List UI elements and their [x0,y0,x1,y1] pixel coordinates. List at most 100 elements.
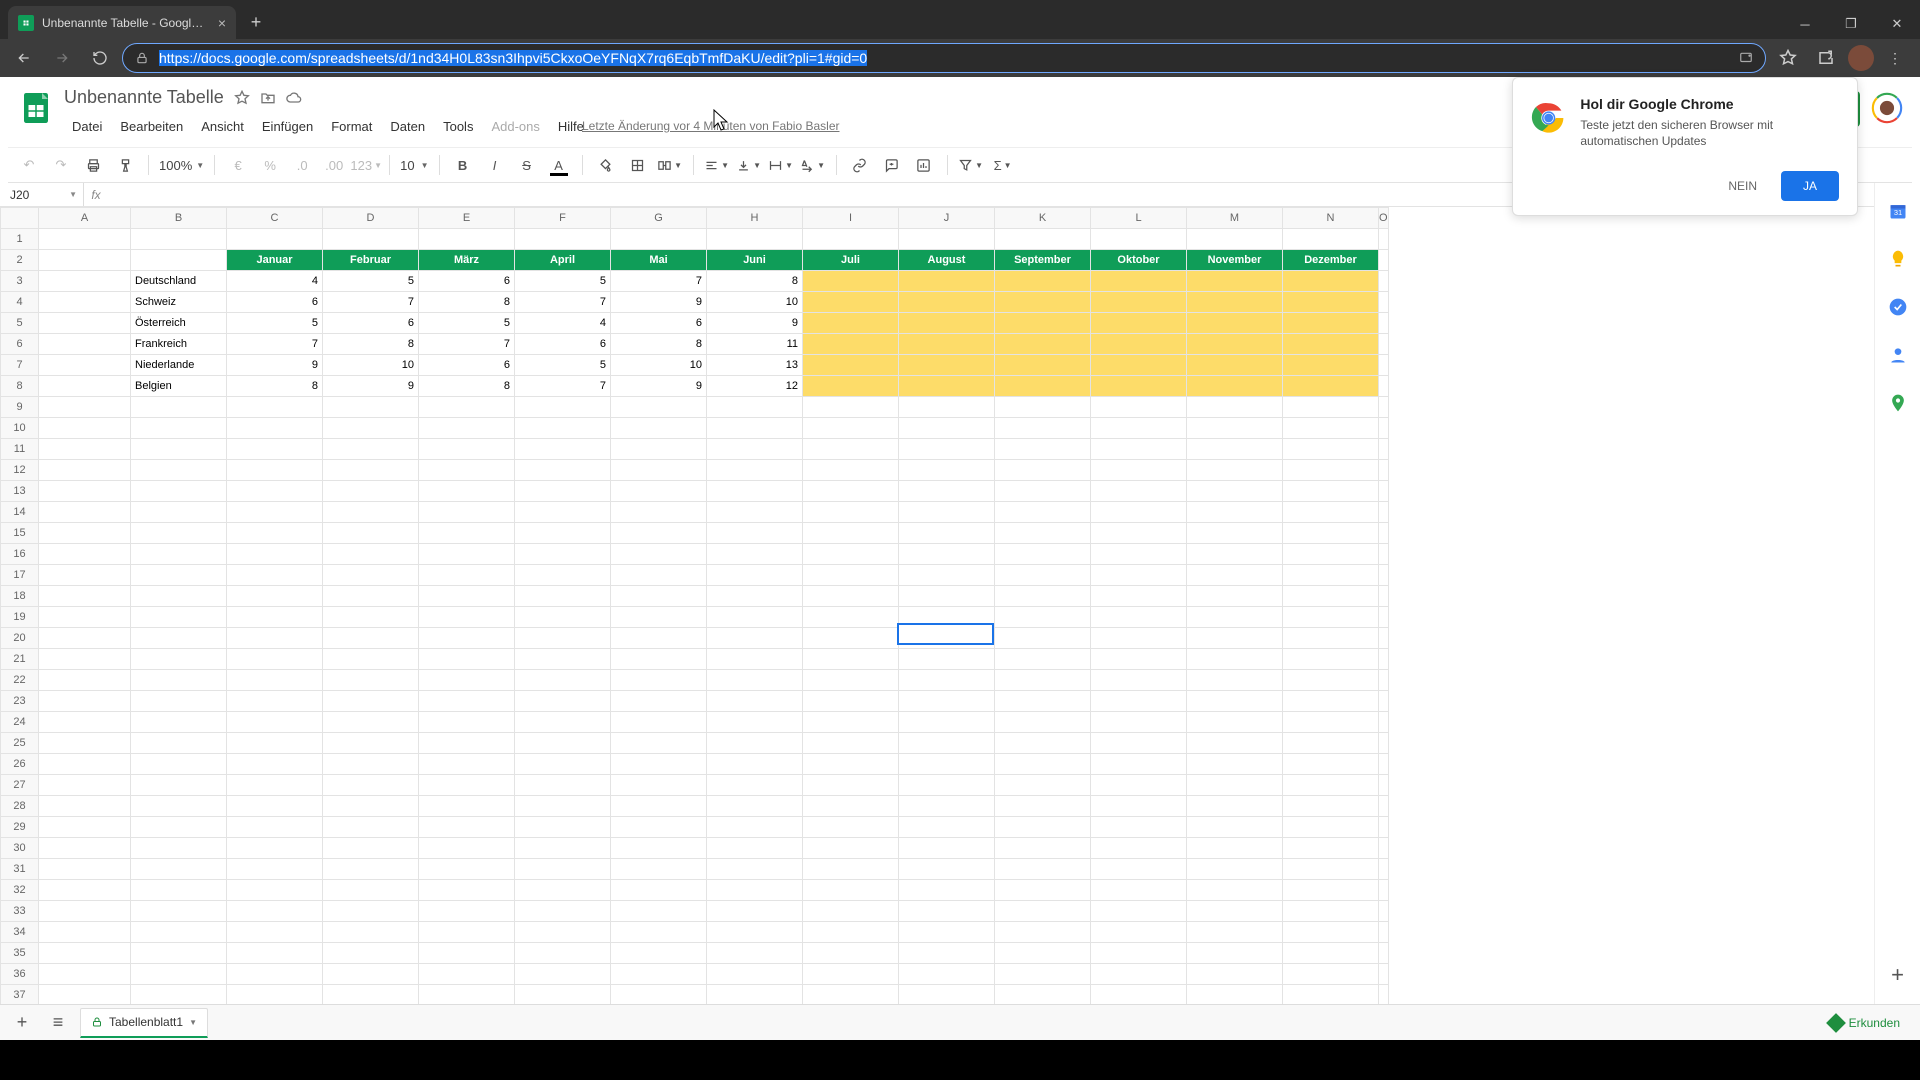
cell[interactable] [1091,733,1187,754]
cell[interactable] [707,796,803,817]
cell[interactable] [1091,229,1187,250]
cell[interactable] [899,502,995,523]
cell[interactable] [899,586,995,607]
cell[interactable] [39,544,131,565]
cell[interactable] [803,796,899,817]
cell[interactable] [227,880,323,901]
browser-tab[interactable]: Unbenannte Tabelle - Google Ta × [8,6,236,39]
url-input[interactable] [159,50,1729,66]
row-header[interactable]: 16 [1,544,39,565]
row-header[interactable]: 33 [1,901,39,922]
add-addon-icon[interactable]: + [1891,962,1904,988]
cell[interactable] [419,229,515,250]
menu-ansicht[interactable]: Ansicht [193,115,252,138]
cell[interactable] [803,334,899,355]
cell[interactable] [899,292,995,313]
col-header[interactable]: L [1091,208,1187,229]
reload-button[interactable] [84,42,116,74]
cell[interactable] [39,901,131,922]
font-size-select[interactable]: 10▼ [400,158,428,173]
cell[interactable] [995,523,1091,544]
cell[interactable] [227,775,323,796]
cell[interactable]: 7 [323,292,419,313]
cell[interactable] [995,712,1091,733]
cell[interactable] [323,628,419,649]
text-color-icon[interactable]: A [546,152,572,178]
cell[interactable] [1379,628,1389,649]
cell[interactable] [1283,523,1379,544]
cell[interactable] [995,838,1091,859]
cell[interactable] [1091,376,1187,397]
spreadsheet-grid[interactable]: ABCDEFGHIJKLMNO12JanuarFebruarMärzAprilM… [0,207,1874,1004]
cell[interactable]: 6 [419,271,515,292]
cell[interactable]: 9 [611,376,707,397]
cell[interactable] [227,817,323,838]
cell[interactable] [323,691,419,712]
cell[interactable] [1187,460,1283,481]
cell[interactable] [1283,712,1379,733]
cell[interactable]: Januar [227,250,323,271]
col-header[interactable]: O [1379,208,1389,229]
cell[interactable] [1187,439,1283,460]
cell[interactable] [803,712,899,733]
cell[interactable] [131,670,227,691]
cell[interactable]: 6 [515,334,611,355]
cell[interactable] [707,733,803,754]
menu-bearbeiten[interactable]: Bearbeiten [112,115,191,138]
cell[interactable] [899,607,995,628]
cell[interactable] [227,229,323,250]
cell[interactable] [1283,418,1379,439]
cell[interactable] [707,439,803,460]
cell[interactable] [323,943,419,964]
cell[interactable] [611,775,707,796]
cell[interactable]: April [515,250,611,271]
cell[interactable] [1187,796,1283,817]
cell[interactable] [1283,817,1379,838]
cell[interactable] [803,355,899,376]
cell[interactable] [1379,670,1389,691]
cell[interactable]: 5 [323,271,419,292]
cell[interactable] [1283,376,1379,397]
cell[interactable] [39,439,131,460]
row-header[interactable]: 34 [1,922,39,943]
cell[interactable] [995,271,1091,292]
address-bar[interactable] [122,43,1766,73]
cell[interactable] [227,502,323,523]
cell[interactable] [1091,628,1187,649]
cell[interactable] [611,964,707,985]
cell[interactable]: Februar [323,250,419,271]
cell[interactable] [899,313,995,334]
cell[interactable] [899,922,995,943]
cell[interactable] [419,922,515,943]
fill-color-icon[interactable] [593,152,619,178]
cell[interactable] [1283,901,1379,922]
row-header[interactable]: 21 [1,649,39,670]
col-header[interactable]: K [995,208,1091,229]
sheet-tab[interactable]: Tabellenblatt1 ▼ [80,1008,208,1038]
cell[interactable] [39,523,131,544]
cell[interactable] [995,313,1091,334]
cell[interactable] [1091,901,1187,922]
cell[interactable] [1283,733,1379,754]
calendar-icon[interactable]: 31 [1888,201,1908,221]
cell[interactable] [1379,691,1389,712]
cell[interactable] [39,586,131,607]
cell[interactable] [1187,880,1283,901]
cell[interactable] [995,628,1091,649]
cell[interactable] [1283,397,1379,418]
cell[interactable] [419,964,515,985]
cell[interactable] [995,943,1091,964]
cell[interactable] [1283,754,1379,775]
row-header[interactable]: 9 [1,397,39,418]
cell[interactable] [1379,943,1389,964]
cell[interactable] [515,649,611,670]
cell[interactable] [803,985,899,1005]
cell[interactable] [803,397,899,418]
row-header[interactable]: 13 [1,481,39,502]
cell[interactable] [131,796,227,817]
cell[interactable] [323,712,419,733]
cell[interactable] [611,712,707,733]
cell[interactable]: 9 [707,313,803,334]
cell[interactable] [1379,397,1389,418]
cell[interactable] [131,712,227,733]
